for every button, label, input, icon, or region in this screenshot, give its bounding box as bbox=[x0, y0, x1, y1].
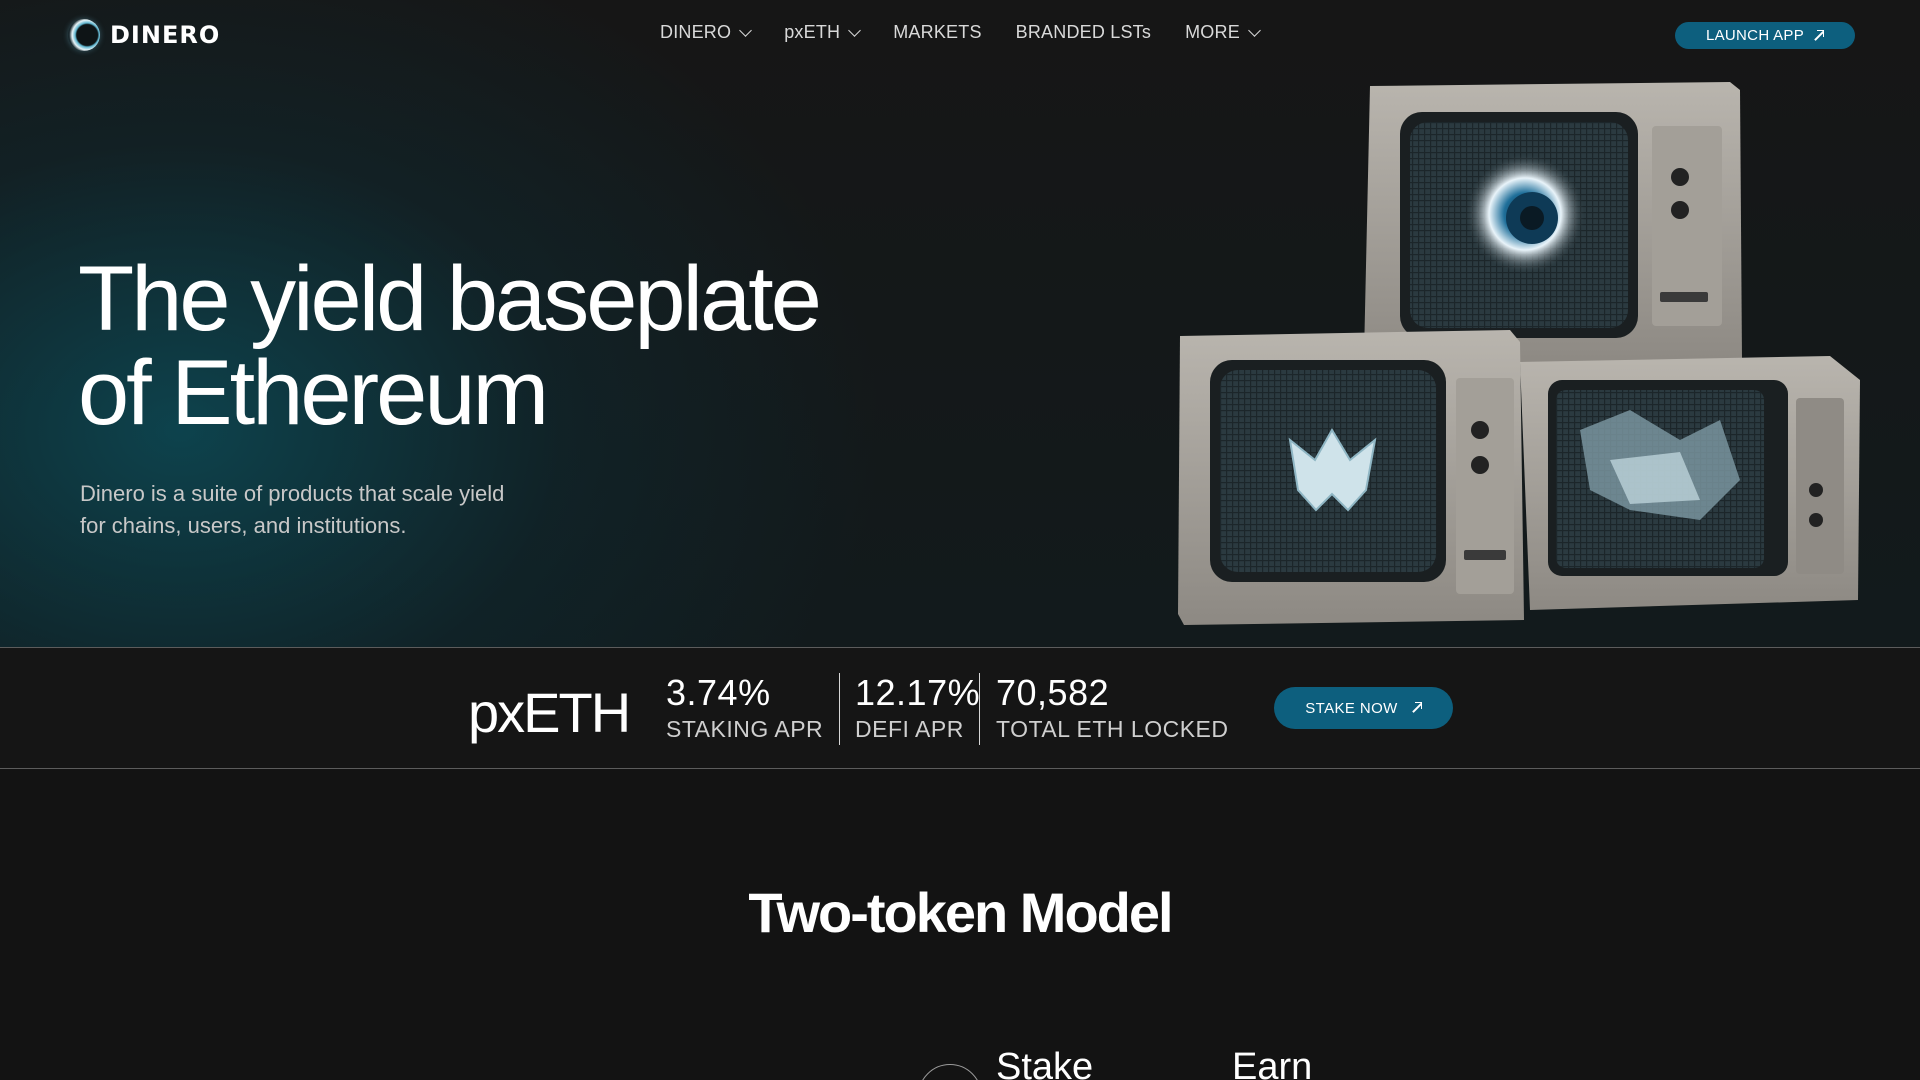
stake-now-button[interactable]: STAKE NOW bbox=[1274, 687, 1453, 729]
chevron-down-icon bbox=[848, 23, 862, 37]
chevron-down-icon bbox=[1248, 23, 1261, 37]
nav-item-label: DINERO bbox=[660, 22, 732, 42]
retro-tv-illustration bbox=[1178, 82, 1860, 625]
stat-label: TOTAL ETH LOCKED bbox=[996, 716, 1229, 742]
stats-bar: pxETH 3.74% STAKING APR 12.17% DEFI APR … bbox=[0, 647, 1920, 769]
column-heading-earn: Earn bbox=[1232, 1046, 1313, 1080]
nav-item-label: MORE bbox=[1185, 22, 1240, 42]
launch-app-label: LAUNCH APP bbox=[1705, 27, 1805, 44]
stats-token-name: pxETH bbox=[468, 681, 631, 744]
hero-subtext: Dinero is a suite of products that scale… bbox=[80, 481, 505, 538]
page: DINERO DINERO pxETH MARKETS BRANDED LSTs… bbox=[0, 0, 1920, 1080]
column-heading-stake: Stake bbox=[996, 1046, 1094, 1080]
nav-item-branded-lsts[interactable]: BRANDED LSTs bbox=[1016, 22, 1151, 43]
stat-defi-apr: 12.17% DEFI APR bbox=[855, 672, 980, 743]
chevron-down-icon bbox=[739, 23, 753, 37]
tv-top bbox=[1364, 82, 1742, 366]
dinero-logo-icon bbox=[68, 19, 100, 51]
nav-links: DINERO pxETH MARKETS BRANDED LSTs MORE bbox=[660, 22, 1261, 43]
tv-bottom-right bbox=[1520, 356, 1860, 610]
top-nav: DINERO DINERO pxETH MARKETS BRANDED LSTs… bbox=[0, 0, 1920, 70]
logo[interactable]: DINERO bbox=[68, 19, 220, 51]
nav-item-label: pxETH bbox=[784, 22, 841, 42]
stat-value: 70,582 bbox=[996, 672, 1110, 713]
stat-label: DEFI APR bbox=[855, 716, 964, 742]
stat-value: 3.74% bbox=[666, 672, 771, 713]
stat-total-eth-locked: 70,582 TOTAL ETH LOCKED bbox=[996, 672, 1229, 743]
nav-item-more[interactable]: MORE bbox=[1185, 22, 1261, 43]
nav-item-markets[interactable]: MARKETS bbox=[893, 22, 981, 43]
arrow-up-right-icon bbox=[1410, 702, 1422, 714]
stat-label: STAKING APR bbox=[666, 716, 824, 742]
nav-item-pxeth[interactable]: pxETH bbox=[784, 22, 862, 43]
launch-app-button[interactable]: LAUNCH APP bbox=[1675, 22, 1855, 49]
stat-value: 12.17% bbox=[855, 672, 981, 713]
stat-staking-apr: 3.74% STAKING APR bbox=[666, 672, 823, 743]
nav-item-label: BRANDED LSTs bbox=[1015, 22, 1152, 42]
arrow-up-right-icon bbox=[1812, 29, 1825, 42]
headline-line-1: The yield baseplate bbox=[78, 248, 822, 350]
stake-circle-icon bbox=[918, 1064, 982, 1080]
headline-line-2: of Ethereum bbox=[78, 342, 549, 444]
hero-headline: The yield baseplate of Ethereum bbox=[78, 252, 838, 440]
stat-divider bbox=[839, 673, 840, 745]
section-title: Two-token Model bbox=[748, 881, 1173, 944]
stake-now-label: STAKE NOW bbox=[1305, 699, 1398, 717]
logo-text: DINERO bbox=[110, 21, 221, 49]
stat-divider bbox=[979, 673, 980, 745]
nav-item-dinero[interactable]: DINERO bbox=[660, 22, 753, 43]
nav-item-label: MARKETS bbox=[893, 22, 982, 42]
tv-bottom-left bbox=[1178, 330, 1524, 625]
